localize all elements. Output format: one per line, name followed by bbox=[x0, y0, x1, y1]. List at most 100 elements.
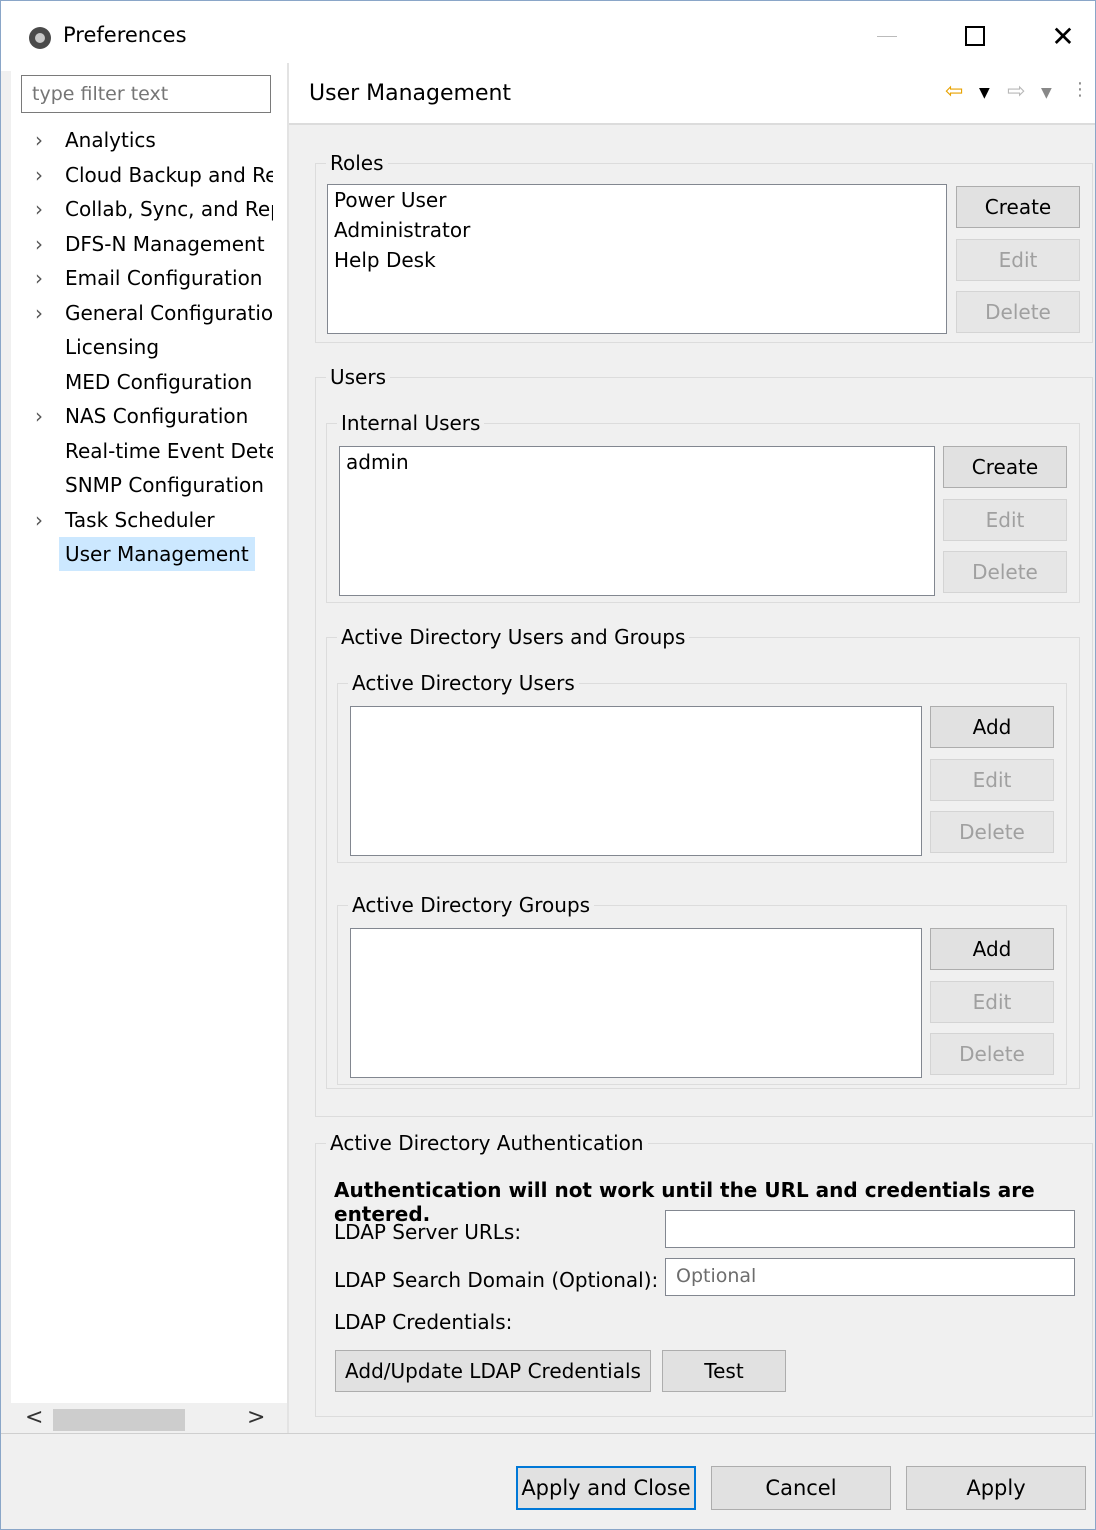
maximize-button[interactable] bbox=[945, 13, 1005, 59]
minimize-icon bbox=[877, 35, 897, 37]
filter-input[interactable] bbox=[21, 75, 271, 113]
internal-users-group: Internal Users admin Create Edit Delete bbox=[326, 410, 1080, 603]
add-ad-group-button[interactable]: Add bbox=[930, 928, 1054, 970]
apply-button[interactable]: Apply bbox=[906, 1466, 1086, 1510]
tree-item[interactable]: MED Configuration bbox=[11, 365, 273, 400]
tree-item[interactable]: › NAS Configuration bbox=[11, 399, 273, 434]
page-header: User Management ⇦ ▼ ⇨ ▼ ⋮ bbox=[289, 63, 1095, 125]
navigation-toolbar: ⇦ ▼ ⇨ ▼ ⋮ bbox=[945, 79, 1095, 109]
forward-dropdown-icon[interactable]: ▼ bbox=[1041, 85, 1052, 101]
tree-item[interactable]: › DFS-N Management bbox=[11, 227, 273, 262]
create-role-button[interactable]: Create bbox=[956, 186, 1080, 228]
ad-groups-group: Active Directory Groups Add Edit Delete bbox=[337, 892, 1067, 1085]
close-button[interactable]: ✕ bbox=[1033, 13, 1093, 59]
ad-groups-label: Active Directory Groups bbox=[348, 892, 595, 918]
tree-item-label: DFS-N Management bbox=[65, 231, 265, 256]
delete-ad-user-button[interactable]: Delete bbox=[930, 811, 1054, 853]
forward-arrow-icon[interactable]: ⇨ bbox=[1007, 79, 1025, 104]
delete-user-button[interactable]: Delete bbox=[943, 551, 1067, 593]
ldap-server-urls-input[interactable] bbox=[665, 1210, 1075, 1248]
tree-item[interactable]: › General Configuratio bbox=[11, 296, 273, 331]
ldap-credentials-label: LDAP Credentials: bbox=[334, 1310, 513, 1334]
tree-horizontal-scrollbar[interactable]: < > bbox=[11, 1403, 287, 1435]
tree-item-label: Email Configuration bbox=[65, 266, 263, 290]
roles-group: Roles Power User Administrator Help Desk… bbox=[315, 150, 1093, 343]
tree-item-label: Analytics bbox=[65, 128, 156, 152]
chevron-right-icon[interactable]: › bbox=[35, 123, 51, 157]
back-arrow-icon[interactable]: ⇦ bbox=[945, 79, 963, 104]
list-item[interactable]: Power User bbox=[328, 185, 946, 215]
chevron-right-icon[interactable]: › bbox=[35, 296, 51, 330]
chevron-right-icon[interactable]: › bbox=[35, 192, 51, 226]
tree-item[interactable]: › Collab, Sync, and Rep bbox=[11, 192, 273, 227]
tree-item-label: Licensing bbox=[65, 335, 160, 359]
ad-users-label: Active Directory Users bbox=[348, 670, 579, 696]
ad-groups-list[interactable] bbox=[350, 928, 922, 1078]
roles-group-label: Roles bbox=[326, 150, 388, 176]
tree-item[interactable]: Real-time Event Dete bbox=[11, 434, 273, 469]
tree-item[interactable]: › Analytics bbox=[11, 123, 273, 158]
chevron-right-icon[interactable]: › bbox=[35, 399, 51, 433]
preferences-tree-pane: › Analytics › Cloud Backup and Re › Collab, S… bbox=[11, 63, 287, 1435]
users-group-label: Users bbox=[326, 364, 391, 390]
scroll-right-icon[interactable]: > bbox=[247, 1405, 265, 1430]
roles-list[interactable]: Power User Administrator Help Desk bbox=[327, 184, 947, 334]
tree-item[interactable]: › Cloud Backup and Re bbox=[11, 158, 273, 193]
tree-item[interactable]: User Management bbox=[11, 537, 273, 572]
list-item[interactable]: Administrator bbox=[328, 215, 946, 245]
tree-item-label: NAS Configuration bbox=[65, 404, 249, 428]
tree-item[interactable]: › Email Configuration bbox=[11, 261, 273, 296]
ad-authentication-label: Active Directory Authentication bbox=[326, 1130, 648, 1156]
list-item[interactable]: admin bbox=[340, 447, 934, 477]
edit-user-button[interactable]: Edit bbox=[943, 499, 1067, 541]
internal-users-label: Internal Users bbox=[337, 410, 485, 436]
tree-item-label: SNMP Configuration bbox=[65, 473, 264, 497]
tree-item-label: General Configuratio bbox=[65, 300, 273, 325]
chevron-right-icon[interactable]: › bbox=[35, 261, 51, 295]
scroll-left-icon[interactable]: < bbox=[25, 1405, 43, 1430]
minimize-button[interactable] bbox=[857, 13, 917, 59]
ad-users-list[interactable] bbox=[350, 706, 922, 856]
ad-users-groups-label: Active Directory Users and Groups bbox=[337, 624, 690, 650]
tree-item[interactable]: Licensing bbox=[11, 330, 273, 365]
tree-item-label: Collab, Sync, and Rep bbox=[65, 197, 273, 221]
internal-users-list[interactable]: admin bbox=[339, 446, 935, 596]
maximize-icon bbox=[965, 26, 985, 46]
create-user-button[interactable]: Create bbox=[943, 446, 1067, 488]
edit-role-button[interactable]: Edit bbox=[956, 239, 1080, 281]
delete-role-button[interactable]: Delete bbox=[956, 291, 1080, 333]
users-group: Users Internal Users admin Create Edit D… bbox=[315, 364, 1093, 1117]
cancel-button[interactable]: Cancel bbox=[711, 1466, 891, 1510]
tree-item-label: Cloud Backup and Re bbox=[65, 162, 273, 187]
edit-ad-group-button[interactable]: Edit bbox=[930, 981, 1054, 1023]
back-dropdown-icon[interactable]: ▼ bbox=[979, 85, 990, 101]
tree-item[interactable]: › Task Scheduler bbox=[11, 503, 273, 538]
title-bar: Preferences ✕ bbox=[1, 1, 1095, 71]
ad-users-group: Active Directory Users Add Edit Delete bbox=[337, 670, 1067, 863]
tree-item-label: Task Scheduler bbox=[65, 507, 215, 532]
ad-users-groups-group: Active Directory Users and Groups Active… bbox=[326, 624, 1080, 1089]
chevron-right-icon[interactable]: › bbox=[35, 158, 51, 192]
preferences-tree: › Analytics › Cloud Backup and Re › Collab, S… bbox=[11, 123, 287, 572]
chevron-right-icon[interactable]: › bbox=[35, 503, 51, 537]
edit-ad-user-button[interactable]: Edit bbox=[930, 759, 1054, 801]
test-ldap-button[interactable]: Test bbox=[662, 1350, 786, 1392]
tree-item-label: User Management bbox=[59, 537, 255, 571]
ldap-search-domain-input[interactable]: Optional bbox=[665, 1258, 1075, 1296]
footer-divider bbox=[1, 1433, 1095, 1434]
tree-item[interactable]: SNMP Configuration bbox=[11, 468, 273, 503]
delete-ad-group-button[interactable]: Delete bbox=[930, 1033, 1054, 1075]
tree-item-label: Real-time Event Dete bbox=[65, 438, 273, 463]
app-icon bbox=[29, 27, 51, 49]
close-icon: ✕ bbox=[1051, 19, 1075, 53]
ldap-server-urls-label: LDAP Server URLs: bbox=[334, 1220, 522, 1244]
preferences-window: Preferences ✕ › Analytics › Cloud Backup an… bbox=[0, 0, 1096, 1530]
view-menu-icon[interactable]: ⋮ bbox=[1071, 79, 1089, 100]
apply-and-close-button[interactable]: Apply and Close bbox=[516, 1466, 696, 1510]
scroll-thumb[interactable] bbox=[53, 1409, 185, 1431]
list-item[interactable]: Help Desk bbox=[328, 245, 946, 275]
window-title: Preferences bbox=[63, 23, 187, 47]
add-ad-user-button[interactable]: Add bbox=[930, 706, 1054, 748]
update-ldap-credentials-button[interactable]: Add/Update LDAP Credentials bbox=[335, 1350, 651, 1392]
chevron-right-icon[interactable]: › bbox=[35, 227, 51, 261]
